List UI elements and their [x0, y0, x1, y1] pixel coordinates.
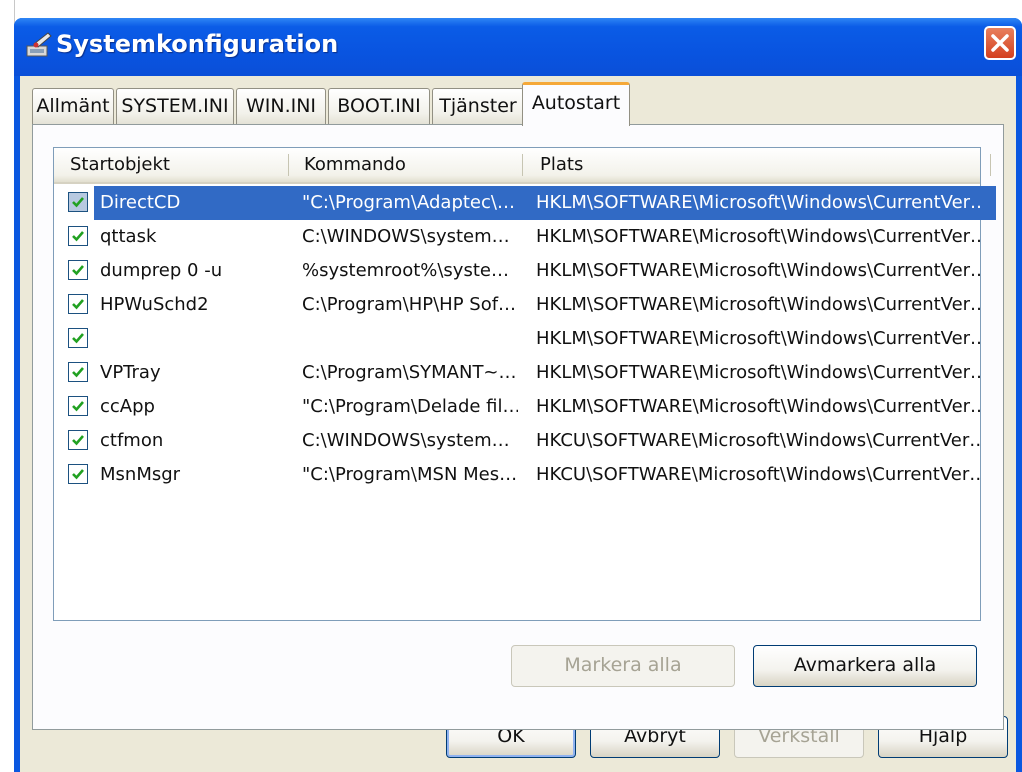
column-header-startobjekt[interactable]: Startobjekt	[54, 148, 288, 182]
startup-checkbox[interactable]	[68, 226, 88, 246]
startup-name: dumprep 0 -u	[100, 260, 223, 281]
startup-command: %systemroot%\syste…	[302, 260, 509, 281]
startup-checkbox[interactable]	[68, 328, 88, 348]
startup-name: ccApp	[100, 396, 155, 417]
tab-system-ini[interactable]: SYSTEM.INI	[116, 88, 234, 124]
column-header-kommando[interactable]: Kommando	[288, 148, 522, 182]
startup-location: HKLM\SOFTWARE\Microsoft\Windows\CurrentV…	[536, 396, 980, 417]
startup-name: MsnMsgr	[100, 464, 181, 485]
startup-checkbox[interactable]	[68, 362, 88, 382]
checkmark-icon	[72, 265, 84, 276]
startup-location: HKLM\SOFTWARE\Microsoft\Windows\CurrentV…	[536, 260, 980, 281]
checkmark-icon	[72, 231, 84, 242]
startup-name: ctfmon	[100, 430, 164, 451]
table-row[interactable]: ctfmon C:\WINDOWS\system… HKCU\SOFTWARE\Mi…	[54, 424, 980, 458]
startup-checkbox[interactable]	[68, 464, 88, 484]
checkmark-icon	[72, 367, 84, 378]
tab-allmant[interactable]: Allmänt	[32, 88, 114, 124]
startup-location: HKCU\SOFTWARE\Microsoft\Windows\CurrentV…	[536, 464, 980, 485]
startup-command: "C:\Program\Delade fil…	[302, 396, 518, 417]
startup-command: C:\Program\HP\HP Sof…	[302, 294, 517, 315]
tab-tjanster[interactable]: Tjänster	[432, 88, 524, 124]
list-header: Startobjekt Kommando Plats	[54, 148, 991, 184]
table-row[interactable]: dumprep 0 -u %systemroot%\syste… HKLM\SOFT…	[54, 254, 980, 288]
startup-command: C:\Program\SYMANT~…	[302, 362, 517, 383]
table-row[interactable]: DirectCD "C:\Program\Adaptec\… HKLM\SOFTWA…	[54, 186, 996, 220]
startup-list[interactable]: Startobjekt Kommando Plats DirectCD "C:\P…	[53, 147, 996, 621]
checkmark-icon	[72, 299, 84, 310]
checkmark-icon	[72, 197, 84, 208]
startup-command: "C:\Program\MSN Mes…	[302, 464, 518, 485]
startup-command: C:\WINDOWS\system…	[302, 226, 510, 247]
startup-location: HKLM\SOFTWARE\Microsoft\Windows\CurrentV…	[536, 294, 980, 315]
table-row[interactable]: HPWuSchd2 C:\Program\HP\HP Sof… HKLM\SOFTW…	[54, 288, 980, 322]
startup-command: "C:\Program\Adaptec\…	[302, 192, 515, 213]
startup-command: C:\WINDOWS\system…	[302, 430, 510, 451]
close-button[interactable]	[984, 26, 1016, 60]
window-title: Systemkonfiguration	[56, 30, 339, 58]
startup-name: HPWuSchd2	[100, 294, 209, 315]
startup-location: HKLM\SOFTWARE\Microsoft\Windows\CurrentV…	[536, 226, 980, 247]
startup-command	[302, 322, 518, 356]
title-bar[interactable]: Systemkonfiguration	[14, 18, 1022, 76]
startup-checkbox[interactable]	[68, 294, 88, 314]
checkmark-icon	[72, 469, 84, 480]
startup-name: DirectCD	[100, 192, 181, 213]
tab-boot-ini[interactable]: BOOT.INI	[328, 88, 430, 124]
startup-checkbox[interactable]	[68, 396, 88, 416]
startup-location: HKLM\SOFTWARE\Microsoft\Windows\CurrentV…	[536, 362, 980, 383]
tab-win-ini[interactable]: WIN.INI	[236, 88, 326, 124]
deselect-all-button[interactable]: Avmarkera alla	[753, 645, 977, 687]
startup-checkbox[interactable]	[68, 430, 88, 450]
autostart-panel: Startobjekt Kommando Plats DirectCD "C:\P…	[32, 124, 1004, 730]
startup-location: HKLM\SOFTWARE\Microsoft\Windows\CurrentV…	[536, 192, 980, 213]
close-icon	[991, 34, 1009, 52]
tab-autostart[interactable]: Autostart	[522, 82, 630, 126]
checkmark-icon	[72, 401, 84, 412]
startup-name: VPTray	[100, 362, 161, 383]
table-row[interactable]: VPTray C:\Program\SYMANT~… HKLM\SOFTWARE\M…	[54, 356, 980, 390]
table-row[interactable]: qttask C:\WINDOWS\system… HKLM\SOFTWARE\Mi…	[54, 220, 980, 254]
checkmark-icon	[72, 333, 84, 344]
table-row[interactable]: ccApp "C:\Program\Delade fil… HKLM\SOFTWAR…	[54, 390, 980, 424]
desktop-background	[0, 0, 15, 772]
table-row[interactable]: HKLM\SOFTWARE\Microsoft\Windows\CurrentV…	[54, 322, 980, 356]
startup-location: HKLM\SOFTWARE\Microsoft\Windows\CurrentV…	[536, 328, 980, 349]
column-separator[interactable]	[990, 154, 991, 176]
startup-location: HKCU\SOFTWARE\Microsoft\Windows\CurrentV…	[536, 430, 980, 451]
startup-checkbox[interactable]	[68, 192, 88, 212]
msconfig-app-icon	[26, 32, 52, 57]
column-header-plats[interactable]: Plats	[524, 148, 990, 182]
dialog-client-area: Allmänt SYSTEM.INI WIN.INI BOOT.INI Tjän…	[20, 76, 1016, 772]
startup-name: qttask	[100, 226, 157, 247]
column-separator[interactable]	[522, 154, 523, 176]
select-all-button[interactable]: Markera alla	[511, 645, 735, 687]
startup-name	[100, 322, 286, 356]
startup-checkbox[interactable]	[68, 260, 88, 280]
table-row[interactable]: MsnMsgr "C:\Program\MSN Mes… HKCU\SOFTWARE…	[54, 458, 980, 492]
system-configuration-window: Systemkonfiguration Allmänt SYSTEM.INI W…	[14, 18, 1022, 772]
checkmark-icon	[72, 435, 84, 446]
